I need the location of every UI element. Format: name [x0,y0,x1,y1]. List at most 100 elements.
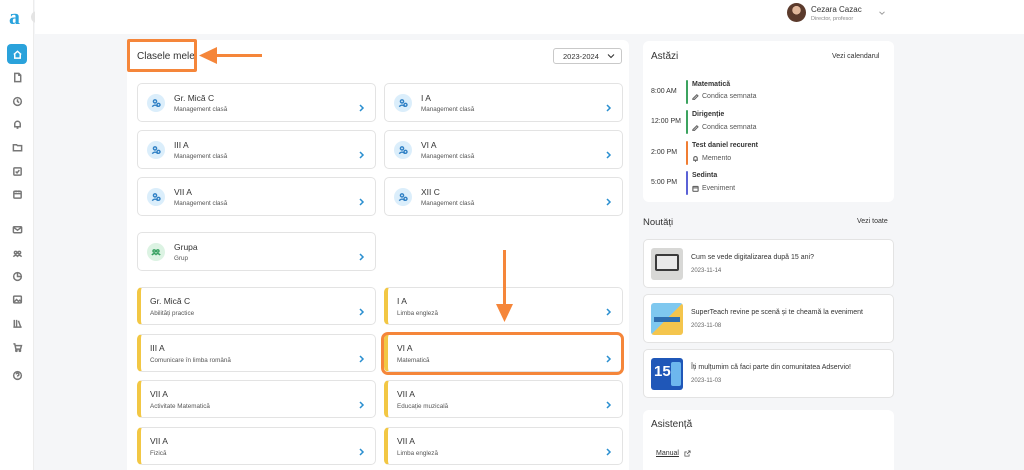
news-item[interactable]: SuperTeach revine pe scenă și te cheamă … [643,294,894,343]
mail-icon[interactable] [7,219,27,239]
class-card[interactable]: Gr. Mică C Management clasă [137,83,376,122]
folder-icon[interactable] [7,137,27,157]
event-time: 12:00 PM [651,118,681,125]
logo[interactable]: a [9,6,20,28]
help-icon[interactable] [7,365,27,385]
subject-name: Comunicare în limba română [150,357,231,364]
calendar-icon [692,185,699,192]
subject-name: Activitate Matematică [150,403,210,410]
today-title: Astăzi [651,51,679,62]
annotation-box [381,332,624,375]
group-name: Grupa [174,242,198,252]
manual-link[interactable]: Manual [656,450,679,457]
chevron-right-icon [605,443,612,456]
news-thumbnail-text: 15 [654,363,671,380]
school-year-select[interactable]: 2023-2024 [553,48,622,64]
event-title[interactable]: Dirigenție [692,111,724,118]
news-headline: Cum se vede digitalizarea după 15 ani? [691,254,814,261]
checklist-icon[interactable] [7,161,27,181]
subject-card[interactable]: VII A Activitate Matematică [137,380,376,418]
cart-icon[interactable] [7,337,27,357]
class-card[interactable]: I A Management clasă [384,83,623,122]
class-type: Management clasă [174,200,228,207]
class-name: XII C [421,187,440,197]
news-title: Noutăți [643,217,674,228]
subject-card[interactable]: VII A Educație muzicală [384,380,623,418]
group-type: Grup [174,255,188,262]
subject-class: VII A [150,389,168,399]
class-card[interactable]: III A Management clasă [137,130,376,169]
subject-card[interactable]: VII A Limba engleză [384,427,623,465]
subject-card[interactable]: Gr. Mică C Abilități practice [137,287,376,325]
group-icon[interactable] [7,243,27,263]
home-icon[interactable] [7,44,27,64]
event-status-text: Eveniment [702,185,736,192]
news-headline: Îți mulțumim că faci parte din comunitat… [691,364,851,371]
class-name: Gr. Mică C [174,93,215,103]
class-card[interactable]: VI A Management clasă [384,130,623,169]
annotation-arrow-shaft [503,250,506,307]
subject-class: I A [397,296,407,306]
chevron-down-icon[interactable] [878,9,886,17]
user-name[interactable]: Cezara Cazac [811,5,862,14]
event-title[interactable]: Sedinta [692,172,717,179]
event-title[interactable]: Matematică [692,81,730,88]
chevron-right-icon [358,99,365,112]
calendar-link[interactable]: Vezi calendarul [832,53,879,60]
group-icon [147,243,165,261]
event-color-bar [686,80,688,104]
news-item[interactable]: Cum se vede digitalizarea după 15 ani? 2… [643,239,894,288]
subject-card[interactable]: III A Comunicare în limba română [137,334,376,372]
external-link-icon[interactable] [684,450,691,457]
pie-chart-icon[interactable] [7,266,27,286]
event-status: Eveniment [692,185,735,192]
event-status: Condica semnata [692,124,756,131]
subject-class: VII A [397,389,415,399]
subject-name: Fizică [150,450,167,457]
class-name: I A [421,93,431,103]
subject-card[interactable]: VII A Fizică [137,427,376,465]
library-icon[interactable] [7,313,27,333]
chevron-right-icon [605,146,612,159]
class-type: Management clasă [421,153,475,160]
event-status-text: Condica semnata [702,93,757,100]
event-status: Memento [692,155,731,162]
class-management-icon [147,188,165,206]
subject-name: Abilități practice [150,310,195,317]
class-name: III A [174,140,189,150]
bell-icon [693,156,698,162]
arrow-left-icon [199,47,217,64]
news-thumbnail [651,303,683,335]
subject-name: Limba engleză [397,450,438,457]
class-type: Management clasă [174,153,228,160]
history-icon[interactable] [7,91,27,111]
event-color-bar [686,171,688,195]
annotation-arrow-shaft [215,54,262,57]
event-status-text: Condica semnata [702,124,757,131]
image-icon[interactable] [7,289,27,309]
news-date: 2023-11-14 [691,268,722,274]
event-title[interactable]: Test daniel recurent [692,142,758,149]
news-date: 2023-11-03 [691,378,722,384]
chevron-right-icon [358,350,365,363]
signature-icon [692,124,699,131]
class-management-icon [394,141,412,159]
help-title: Asistență [651,419,693,430]
chevron-right-icon [605,303,612,316]
document-icon[interactable] [7,67,27,87]
news-item[interactable]: 15 Îți mulțumim că faci parte din comuni… [643,349,894,398]
class-type: Management clasă [421,200,475,207]
group-card[interactable]: Grupa Grup [137,232,376,271]
class-management-icon [394,188,412,206]
avatar[interactable] [787,3,806,22]
calendar-icon[interactable] [7,184,27,204]
event-time: 8:00 AM [651,88,677,95]
bell-icon[interactable] [7,114,27,134]
class-card[interactable]: XII C Management clasă [384,177,623,216]
topbar [35,0,1024,34]
news-thumbnail [651,248,683,280]
class-card[interactable]: VII A Management clasă [137,177,376,216]
news-all-link[interactable]: Vezi toate [857,218,888,225]
subject-class: Gr. Mică C [150,296,191,306]
chevron-right-icon [358,303,365,316]
